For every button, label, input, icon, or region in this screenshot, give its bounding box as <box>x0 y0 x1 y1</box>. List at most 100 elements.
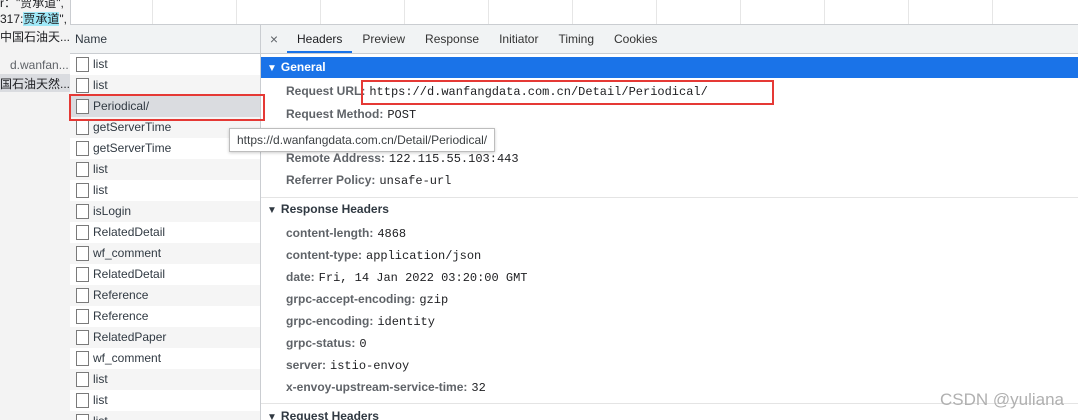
timeline-gridline <box>656 0 657 24</box>
header-value[interactable]: identity <box>377 315 435 329</box>
request-row[interactable]: list <box>70 75 260 96</box>
request-row[interactable]: list <box>70 54 260 75</box>
header-row: date: Fri, 14 Jan 2022 03:20:00 GMT <box>286 270 528 285</box>
request-row[interactable]: isLogin <box>70 201 260 222</box>
request-row[interactable]: list <box>70 411 260 420</box>
search-results-panel: r："贾承道", 317:贾承道", 中国石油天... d.wanfan... … <box>0 0 71 420</box>
header-row: content-length: 4868 <box>286 226 406 241</box>
request-name: isLogin <box>93 204 132 218</box>
request-name: getServerTime <box>93 141 172 155</box>
timeline-gridline <box>824 0 825 24</box>
tab-headers[interactable]: Headers <box>287 25 353 53</box>
request-name: list <box>93 183 108 197</box>
request-name: wf_comment <box>93 351 162 365</box>
header-key: Referrer Policy: <box>286 173 376 187</box>
document-icon <box>76 120 89 135</box>
timeline-gridline <box>488 0 489 24</box>
document-icon <box>76 225 89 240</box>
header-value[interactable]: 4868 <box>377 227 406 241</box>
referrer-policy-value[interactable]: unsafe-url <box>379 174 451 188</box>
header-key: Remote Address: <box>286 151 385 165</box>
header-row: grpc-status: 0 <box>286 336 367 351</box>
highlight-box-periodical <box>69 94 265 121</box>
match-suffix: ", <box>59 12 67 26</box>
close-icon[interactable]: × <box>261 25 287 53</box>
header-value[interactable]: 32 <box>471 381 485 395</box>
request-list: Name list list Periodical/getServerTime get… <box>70 25 261 420</box>
header-key: content-type: <box>286 248 362 262</box>
timeline-gridline <box>572 0 573 24</box>
header-value[interactable]: application/json <box>366 249 481 263</box>
request-row[interactable]: wf_comment <box>70 348 260 369</box>
timeline-gridline <box>740 0 741 24</box>
request-row[interactable]: list <box>70 369 260 390</box>
header-key: grpc-status: <box>286 336 356 350</box>
header-row: x-envoy-upstream-service-time: 32 <box>286 380 486 395</box>
request-method-value[interactable]: POST <box>387 108 416 122</box>
request-name: list <box>93 372 108 386</box>
remote-address-value[interactable]: 122.115.55.103:443 <box>389 152 519 166</box>
document-icon <box>76 393 89 408</box>
tab-cookies[interactable]: Cookies <box>604 25 667 53</box>
tab-timing[interactable]: Timing <box>548 25 604 53</box>
tab-preview[interactable]: Preview <box>352 25 415 53</box>
header-key: server: <box>286 358 327 372</box>
request-row[interactable]: Reference <box>70 285 260 306</box>
response-headers-section-header[interactable]: ▼ Response Headers <box>261 199 1078 220</box>
request-row[interactable]: RelatedDetail <box>70 222 260 243</box>
header-row: grpc-accept-encoding: gzip <box>286 292 448 307</box>
request-name: RelatedDetail <box>93 267 166 281</box>
request-row[interactable]: list <box>70 159 260 180</box>
header-key: x-envoy-upstream-service-time: <box>286 380 468 394</box>
header-value[interactable]: 0 <box>359 337 366 351</box>
search-result-line[interactable]: 中国石油天... <box>0 28 70 45</box>
section-divider <box>261 197 1078 198</box>
request-name: getServerTime <box>93 120 172 134</box>
request-row[interactable]: list <box>70 180 260 201</box>
document-icon <box>76 267 89 282</box>
document-icon <box>76 183 89 198</box>
search-result-file[interactable]: d.wanfan... <box>10 58 69 72</box>
request-name: list <box>93 78 108 92</box>
timeline-gridline <box>236 0 237 24</box>
search-match-highlight: 贾承道 <box>23 12 60 26</box>
document-icon <box>76 288 89 303</box>
timeline-gridline <box>152 0 153 24</box>
document-icon <box>76 372 89 387</box>
header-value[interactable]: gzip <box>419 293 448 307</box>
tab-initiator[interactable]: Initiator <box>489 25 548 53</box>
request-name: Reference <box>93 309 149 323</box>
url-tooltip: https://d.wanfangdata.com.cn/Detail/Peri… <box>229 128 496 152</box>
general-section-header[interactable]: ▼ General <box>261 57 1078 78</box>
name-column-header[interactable]: Name <box>70 25 260 54</box>
request-name: Reference <box>93 288 149 302</box>
tab-response[interactable]: Response <box>415 25 489 53</box>
header-value[interactable]: istio-envoy <box>330 359 409 373</box>
triangle-down-icon: ▼ <box>267 205 277 216</box>
header-row: content-type: application/json <box>286 248 481 263</box>
match-prefix: 317: <box>0 12 24 26</box>
timeline-gridline <box>992 0 993 24</box>
timeline-overview[interactable] <box>70 0 1078 25</box>
request-row[interactable]: RelatedDetail <box>70 264 260 285</box>
request-name: RelatedDetail <box>93 225 166 239</box>
triangle-down-icon: ▼ <box>267 412 277 420</box>
timeline-gridline <box>908 0 909 24</box>
request-row[interactable]: wf_comment <box>70 243 260 264</box>
request-name: RelatedPaper <box>93 330 167 344</box>
request-headers-title: Request Headers <box>280 409 379 420</box>
request-row[interactable]: Reference <box>70 306 260 327</box>
request-name: list <box>93 162 108 176</box>
header-row: Remote Address: 122.115.55.103:443 <box>286 151 519 166</box>
document-icon <box>76 330 89 345</box>
search-result-line[interactable]: 317:贾承道", <box>0 10 67 27</box>
request-row[interactable]: list <box>70 390 260 411</box>
request-name: wf_comment <box>93 246 162 260</box>
document-icon <box>76 162 89 177</box>
request-row[interactable]: RelatedPaper <box>70 327 260 348</box>
document-icon <box>76 246 89 261</box>
search-result-line[interactable]: 国石油天然... <box>0 75 70 92</box>
request-name: list <box>93 393 108 407</box>
document-icon <box>76 204 89 219</box>
header-value[interactable]: Fri, 14 Jan 2022 03:20:00 GMT <box>319 271 528 285</box>
